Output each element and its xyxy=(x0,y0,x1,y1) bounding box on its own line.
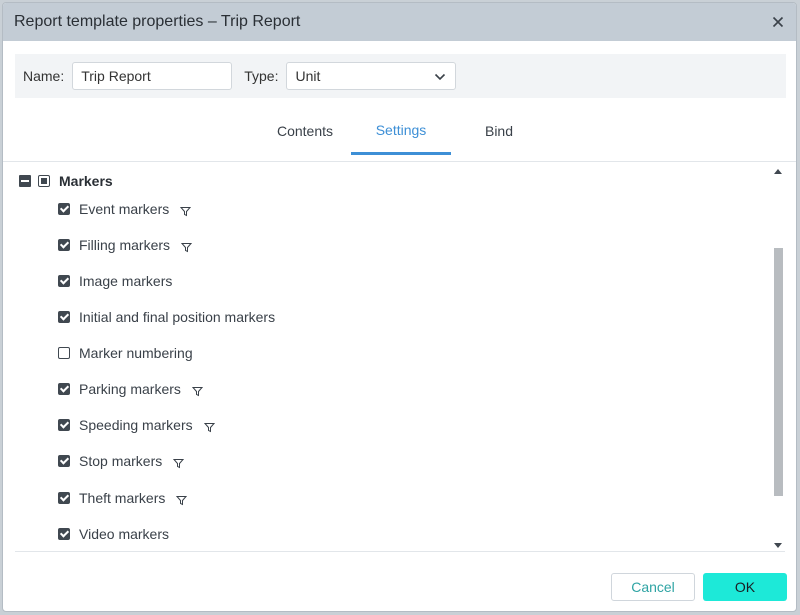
scroll-down-arrow-icon[interactable] xyxy=(774,543,782,548)
cancel-button[interactable]: Cancel xyxy=(611,573,695,601)
type-label: Type: xyxy=(244,68,279,84)
marker-item-initial-final[interactable]: Initial and final position markers xyxy=(58,306,275,328)
filter-icon[interactable] xyxy=(180,204,192,216)
event-markers-checkbox[interactable] xyxy=(58,203,70,215)
tab-bar: Contents Settings Bind xyxy=(3,107,796,162)
properties-form-row: Name: Type: Unit xyxy=(15,54,786,98)
filter-icon[interactable] xyxy=(176,493,188,505)
vertical-scrollbar[interactable] xyxy=(771,163,785,551)
marker-item-label: Image markers xyxy=(79,273,173,289)
markers-group-checkbox[interactable] xyxy=(38,175,50,187)
marker-item-numbering[interactable]: Marker numbering xyxy=(58,342,193,364)
dialog-title: Report template properties – Trip Report xyxy=(14,13,301,30)
tab-contents[interactable]: Contents xyxy=(259,107,351,155)
scroll-up-arrow-icon[interactable] xyxy=(774,169,782,174)
marker-item-label: Theft markers xyxy=(79,490,166,506)
filling-markers-checkbox[interactable] xyxy=(58,239,70,251)
report-template-dialog: Report template properties – Trip Report… xyxy=(2,2,797,612)
marker-item-image[interactable]: Image markers xyxy=(58,270,172,292)
marker-item-label: Stop markers xyxy=(79,453,163,469)
close-icon[interactable] xyxy=(770,14,786,30)
tab-settings[interactable]: Settings xyxy=(351,107,451,155)
theft-markers-checkbox[interactable] xyxy=(58,492,70,504)
video-markers-checkbox[interactable] xyxy=(58,528,70,540)
marker-item-label: Parking markers xyxy=(79,381,181,397)
filter-icon[interactable] xyxy=(173,456,185,468)
marker-item-label: Initial and final position markers xyxy=(79,309,276,325)
marker-item-filling[interactable]: Filling markers xyxy=(58,234,193,256)
tab-bind[interactable]: Bind xyxy=(459,107,539,155)
filter-icon[interactable] xyxy=(203,420,215,432)
markers-group-label: Markers xyxy=(59,173,113,189)
image-markers-checkbox[interactable] xyxy=(58,275,70,287)
filter-icon[interactable] xyxy=(191,384,204,396)
marker-item-label: Event markers xyxy=(79,201,170,217)
marker-item-label: Speeding markers xyxy=(79,417,193,433)
marker-item-label: Filling markers xyxy=(79,237,171,253)
collapse-icon[interactable] xyxy=(19,175,31,187)
filter-icon[interactable] xyxy=(180,240,193,252)
type-select-value: Unit xyxy=(295,68,321,84)
settings-content: Markers Event markers Filling markers Im… xyxy=(15,163,785,552)
initial-final-markers-checkbox[interactable] xyxy=(58,311,70,323)
stop-markers-checkbox[interactable] xyxy=(58,455,70,467)
name-input[interactable] xyxy=(72,62,233,90)
marker-item-parking[interactable]: Parking markers xyxy=(58,378,204,400)
parking-markers-checkbox[interactable] xyxy=(58,383,70,395)
speeding-markers-checkbox[interactable] xyxy=(58,419,70,431)
chevron-down-icon xyxy=(434,68,446,84)
marker-item-video[interactable]: Video markers xyxy=(58,523,169,545)
name-label: Name: xyxy=(23,68,65,84)
dialog-titlebar: Report template properties – Trip Report xyxy=(3,3,796,41)
marker-item-event[interactable]: Event markers xyxy=(58,198,192,220)
marker-item-speeding[interactable]: Speeding markers xyxy=(58,414,215,436)
marker-numbering-checkbox[interactable] xyxy=(58,347,70,359)
scrollbar-thumb[interactable] xyxy=(774,248,783,496)
marker-item-stop[interactable]: Stop markers xyxy=(58,450,185,472)
type-select[interactable]: Unit xyxy=(286,62,457,90)
marker-item-label: Marker numbering xyxy=(79,345,193,361)
ok-button[interactable]: OK xyxy=(703,573,787,601)
markers-group-header: Markers xyxy=(15,171,113,191)
marker-item-theft[interactable]: Theft markers xyxy=(58,487,188,509)
marker-item-label: Video markers xyxy=(79,526,170,542)
